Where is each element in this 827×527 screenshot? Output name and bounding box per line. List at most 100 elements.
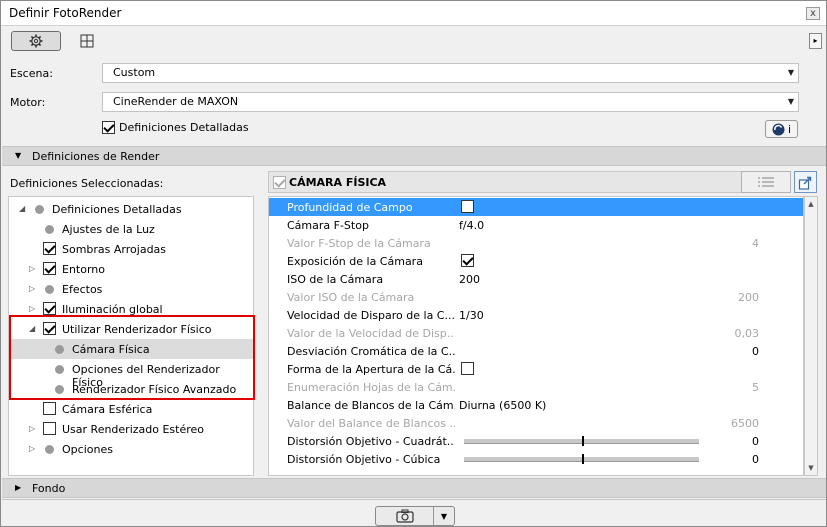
expanded-toggle-icon[interactable]: ◢: [19, 204, 25, 213]
tree-item-label: Efectos: [62, 283, 103, 296]
annotation-highlight-box: [9, 315, 255, 400]
property-label: Distorsión Objetivo - Cuadrát...: [287, 435, 455, 448]
property-row[interactable]: Forma de la Apertura de la Cá...: [269, 360, 803, 378]
tree-item-checkbox[interactable]: [43, 402, 56, 415]
tree-item-label: Sombras Arrojadas: [62, 243, 167, 256]
property-number[interactable]: 0: [752, 345, 759, 358]
dialog-window: Definir FotoRender x ▸ Escena: Custom ▼ …: [0, 0, 827, 527]
bullet-dot-icon: [45, 285, 54, 294]
chevron-down-icon: ▼: [787, 68, 794, 77]
property-number: 5: [752, 381, 759, 394]
property-label: Balance de Blancos de la Cám...: [287, 399, 455, 412]
collapsed-toggle-icon[interactable]: ▷: [29, 444, 35, 453]
slider-thumb[interactable]: [582, 454, 584, 464]
camera-icon: [395, 509, 414, 523]
settings-tab-button[interactable]: [11, 31, 61, 51]
grid-icon: [80, 34, 94, 48]
tree-item-checkbox[interactable]: [43, 262, 56, 275]
tree-item-checkbox[interactable]: [43, 242, 56, 255]
tree-item-label: Ajustes de la Luz: [62, 223, 155, 236]
scene-label: Escena:: [10, 67, 53, 80]
property-number[interactable]: 0: [752, 453, 759, 466]
property-label: Valor de la Velocidad de Disp...: [287, 327, 455, 340]
tree-item-checkbox[interactable]: [43, 422, 56, 435]
render-button-group: ▼: [375, 506, 455, 526]
tree-item-checkbox[interactable]: [43, 302, 56, 315]
property-value[interactable]: 200: [459, 273, 480, 286]
property-row[interactable]: Distorsión Objetivo - Cúbica 0: [269, 450, 803, 468]
property-slider[interactable]: [464, 454, 699, 464]
property-row: Valor de la Velocidad de Disp... 0,03: [269, 324, 803, 342]
engine-value: CineRender de MAXON: [113, 95, 239, 108]
panel-title: CÁMARA FÍSICA: [289, 176, 387, 189]
property-label: Distorsión Objetivo - Cúbica: [287, 453, 441, 466]
property-label: Forma de la Apertura de la Cá...: [287, 363, 455, 376]
close-button[interactable]: x: [806, 7, 820, 20]
detailed-settings-checkbox[interactable]: [102, 121, 115, 134]
scene-value: Custom: [113, 66, 156, 79]
property-value[interactable]: 1/30: [459, 309, 484, 322]
property-row[interactable]: Desviación Cromática de la C... 0: [269, 342, 803, 360]
property-row[interactable]: Balance de Blancos de la Cám... Diurna (6…: [269, 396, 803, 414]
collapsed-toggle-icon[interactable]: ▷: [29, 264, 35, 273]
tree-item-label: Usar Renderizado Estéreo: [62, 423, 205, 436]
property-row[interactable]: Cámara F-Stop f/4.0: [269, 216, 803, 234]
collapsed-toggle-icon[interactable]: ▷: [29, 284, 35, 293]
property-number: 6500: [731, 417, 759, 430]
tree-item[interactable]: ◢ Definiciones Detalladas: [9, 199, 253, 219]
tree-item-label: Definiciones Detalladas: [52, 203, 182, 216]
property-row[interactable]: Velocidad de Disparo de la C... 1/30: [269, 306, 803, 324]
engine-select[interactable]: CineRender de MAXON ▼: [102, 92, 799, 112]
properties-list: Profundidad de Campo Cámara F-Stop f/4.0 Va…: [268, 196, 804, 476]
tree-item[interactable]: ▷ Efectos: [9, 279, 253, 299]
render-options-dropdown[interactable]: ▼: [434, 507, 454, 525]
property-value[interactable]: f/4.0: [459, 219, 484, 232]
property-label: Enumeración Hojas de la Cám...: [287, 381, 455, 394]
export-icon: [798, 176, 812, 190]
export-settings-button[interactable]: [794, 171, 817, 193]
property-label: ISO de la Cámara: [287, 273, 384, 286]
scene-select[interactable]: Custom ▼: [102, 63, 799, 83]
list-view-button[interactable]: [741, 171, 791, 193]
properties-scrollbar[interactable]: ▲ ▼: [804, 196, 818, 476]
property-slider[interactable]: [464, 436, 699, 446]
collapsed-toggle-icon[interactable]: ▷: [29, 424, 35, 433]
panel-enable-checkbox[interactable]: [273, 176, 286, 189]
property-number[interactable]: 0: [752, 435, 759, 448]
gear-icon: [29, 34, 43, 48]
detailed-settings-toggle[interactable]: Definiciones Detalladas: [102, 121, 249, 134]
background-title: Fondo: [32, 482, 66, 495]
property-label: Valor F-Stop de la Cámara: [287, 237, 431, 250]
property-row[interactable]: ISO de la Cámara 200: [269, 270, 803, 288]
property-row[interactable]: Exposición de la Cámara: [269, 252, 803, 270]
property-row[interactable]: Profundidad de Campo: [269, 198, 803, 216]
background-header[interactable]: ▶ Fondo: [2, 478, 826, 498]
cinema4d-icon: [772, 123, 785, 135]
expand-panel-button[interactable]: ▸: [809, 33, 822, 49]
property-row[interactable]: Distorsión Objetivo - Cuadrát... 0: [269, 432, 803, 450]
slider-thumb[interactable]: [582, 436, 584, 446]
tree-item[interactable]: Sombras Arrojadas: [9, 239, 253, 259]
tree-item[interactable]: Ajustes de la Luz: [9, 219, 253, 239]
tree-item[interactable]: Cámara Esférica: [9, 399, 253, 419]
property-checkbox[interactable]: [461, 200, 474, 213]
scroll-down-icon[interactable]: ▼: [805, 461, 817, 475]
tree-item[interactable]: ▷ Entorno: [9, 259, 253, 279]
tree-item-label: Cámara Esférica: [62, 403, 153, 416]
layout-tab-button[interactable]: [67, 31, 107, 51]
tree-item[interactable]: ▷ Opciones: [9, 439, 253, 459]
property-checkbox[interactable]: [461, 254, 474, 267]
tree-item[interactable]: ▷ Usar Renderizado Estéreo: [9, 419, 253, 439]
collapsed-toggle-icon[interactable]: ▷: [29, 304, 35, 313]
render-settings-title: Definiciones de Render: [32, 150, 160, 163]
render-settings-header[interactable]: ▼ Definiciones de Render: [2, 146, 826, 166]
scroll-up-icon[interactable]: ▲: [805, 197, 817, 211]
bullet-dot-icon: [45, 225, 54, 234]
property-label: Exposición de la Cámara: [287, 255, 423, 268]
panel-header: CÁMARA FÍSICA: [268, 171, 790, 193]
cinema4d-info-button[interactable]: i: [765, 120, 798, 138]
property-value[interactable]: Diurna (6500 K): [459, 399, 546, 412]
property-checkbox[interactable]: [461, 362, 474, 375]
render-button[interactable]: [376, 507, 434, 525]
property-number: 200: [738, 291, 759, 304]
